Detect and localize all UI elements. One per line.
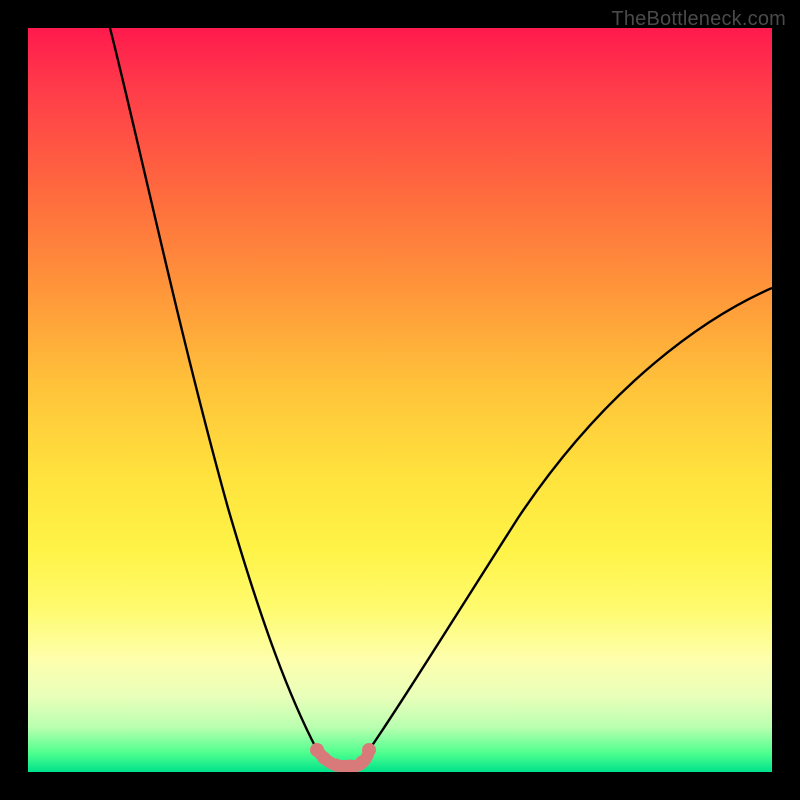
plateau-dot [330, 759, 343, 772]
plateau-dot [356, 756, 369, 769]
plateau-dot [362, 743, 376, 757]
plateau-dot [344, 760, 357, 773]
curve-right [369, 288, 772, 750]
plateau-dot [318, 752, 331, 765]
watermark-text: TheBottleneck.com [611, 8, 786, 31]
curve-layer [28, 28, 772, 772]
curve-left [110, 28, 317, 750]
plot-area [28, 28, 772, 772]
chart-frame: TheBottleneck.com [0, 0, 800, 800]
